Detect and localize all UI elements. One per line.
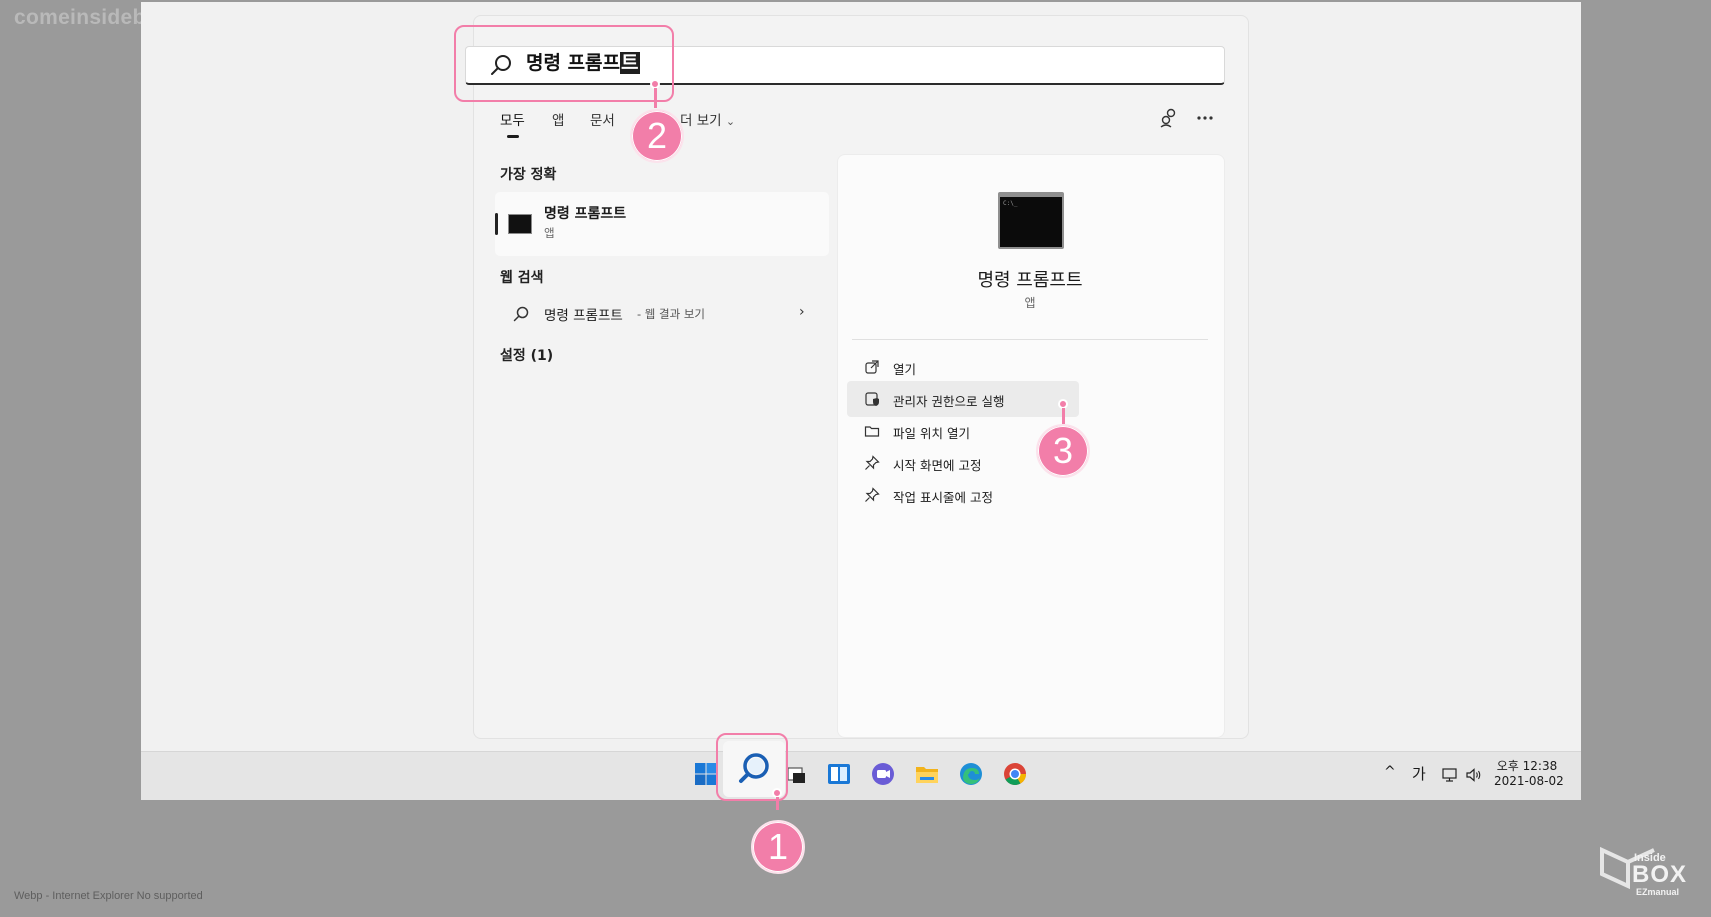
best-match-header: 가장 정확 <box>500 167 557 183</box>
tray-overflow-chevron[interactable]: ^ <box>1384 764 1396 780</box>
brand-logo: Inside BOX EZmanual <box>1598 842 1690 900</box>
tab-more[interactable]: 더 보기 ⌄ <box>680 109 735 129</box>
action-pin-to-start-label: 시작 화면에 고정 <box>893 458 982 473</box>
highlight-search-box <box>454 25 674 102</box>
clock-time[interactable]: 오후 12:38 <box>1494 757 1560 774</box>
file-explorer-icon[interactable] <box>913 760 941 788</box>
action-open-label: 열기 <box>893 362 917 377</box>
detail-title: 명령 프롬프트 <box>977 270 1083 291</box>
action-run-as-admin-label: 관리자 권한으로 실행 <box>893 394 1005 409</box>
callout-connector <box>1062 408 1065 424</box>
tab-documents[interactable]: 문서 <box>590 109 615 129</box>
best-match-subtitle: 앱 <box>544 226 555 240</box>
action-open-file-location-label: 파일 위치 열기 <box>893 426 970 441</box>
edge-browser-icon[interactable] <box>957 760 985 788</box>
callout-badge-1: 1 <box>751 820 805 874</box>
pin-icon <box>865 455 880 470</box>
taskbar <box>141 751 1581 800</box>
chevron-down-icon: ⌄ <box>725 115 736 128</box>
volume-icon[interactable] <box>1465 766 1483 784</box>
tab-active-indicator <box>507 135 519 138</box>
callout-connector <box>654 88 657 108</box>
clock-date[interactable]: 2021-08-02 <box>1494 774 1564 788</box>
settings-header[interactable]: 설정 (1) <box>500 345 553 365</box>
divider <box>852 339 1208 340</box>
pin-icon <box>865 487 880 502</box>
logo-text-box: BOX <box>1632 861 1688 888</box>
callout-connector <box>776 797 779 810</box>
callout-badge-2: 2 <box>630 109 684 163</box>
tab-more-label: 더 보기 <box>680 113 722 129</box>
logo-text-sub: EZmanual <box>1636 887 1680 897</box>
selection-indicator <box>495 213 498 235</box>
web-search-subtitle: - 웹 결과 보기 <box>637 307 706 321</box>
widgets-icon[interactable] <box>825 760 853 788</box>
open-external-icon <box>865 360 879 374</box>
action-pin-to-taskbar-label: 작업 표시줄에 고정 <box>893 490 993 505</box>
command-prompt-icon <box>508 214 532 234</box>
tab-apps[interactable]: 앱 <box>552 109 564 129</box>
best-match-item[interactable] <box>495 192 829 256</box>
ime-indicator[interactable]: 가 <box>1412 763 1426 784</box>
prompt-glyph: C:\_ <box>1003 200 1018 207</box>
network-icon[interactable] <box>1441 766 1459 784</box>
detail-subtitle: 앱 <box>1024 296 1036 310</box>
web-search-header: 웹 검색 <box>500 270 544 286</box>
tab-all[interactable]: 모두 <box>500 109 525 129</box>
admin-shield-icon <box>865 392 879 406</box>
callout-badge-3: 3 <box>1036 424 1090 478</box>
chat-icon[interactable] <box>869 760 897 788</box>
search-icon <box>513 306 529 322</box>
best-match-title: 명령 프롬프트 <box>544 206 627 222</box>
web-search-title: 명령 프롬프트 <box>544 308 623 324</box>
more-options-icon[interactable] <box>1194 107 1216 129</box>
chevron-right-icon: › <box>799 304 805 320</box>
browser-note: Webp - Internet Explorer No supported <box>14 890 203 902</box>
chrome-browser-icon[interactable] <box>1001 760 1029 788</box>
account-switch-icon[interactable] <box>1158 107 1180 129</box>
